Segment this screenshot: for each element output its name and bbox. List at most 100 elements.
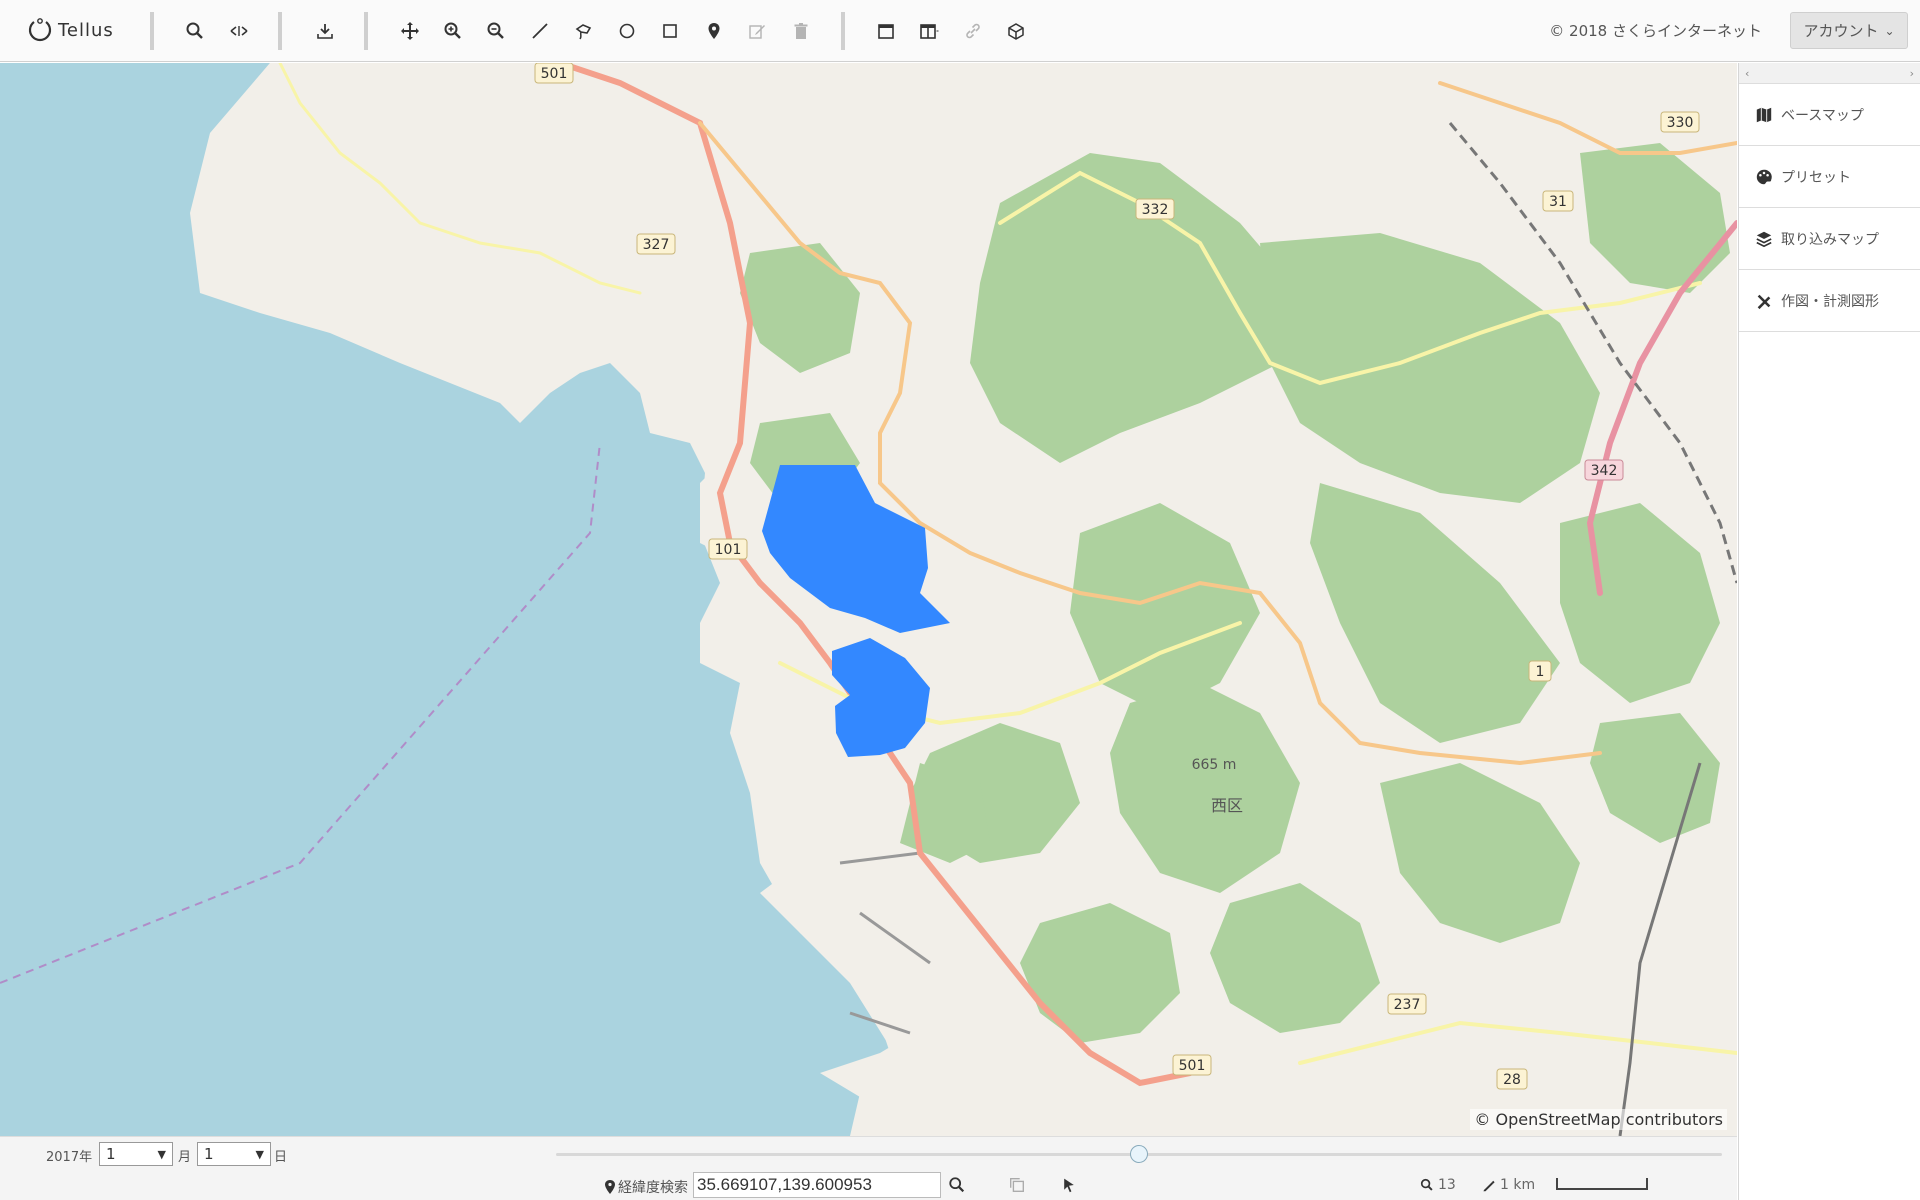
road-shield: 327 [636, 233, 676, 255]
map-icon [1756, 107, 1772, 122]
coord-search-button[interactable] [945, 1174, 969, 1196]
svg-text:342: 342 [1591, 463, 1618, 479]
toolbar-divider [364, 12, 368, 50]
line-draw-button[interactable] [523, 14, 557, 48]
copy-coord-button[interactable] [1005, 1174, 1029, 1196]
trash-button[interactable] [784, 14, 818, 48]
account-dropdown[interactable]: アカウント ⌄ [1790, 12, 1908, 49]
svg-text:501: 501 [541, 66, 568, 82]
edit-icon [749, 25, 765, 39]
lasso-button[interactable] [566, 14, 600, 48]
scale-bar [1556, 1178, 1648, 1190]
chevron-right-icon[interactable]: › [1910, 67, 1914, 80]
scale-value: 1 km [1500, 1177, 1536, 1193]
road-shield: 31 [1542, 190, 1574, 212]
circle-draw-icon [619, 23, 635, 39]
road-shield: 501 [534, 63, 574, 84]
svg-text:28: 28 [1503, 1072, 1521, 1088]
3d-box-icon [1008, 23, 1024, 40]
layers-icon [1756, 231, 1772, 247]
search-icon [949, 1177, 965, 1193]
sidepanel-item-drawing-tools[interactable]: 作図・計測図形 [1739, 270, 1920, 332]
sidepanel-item-label: 取り込みマップ [1781, 231, 1879, 248]
app-logo: Tellus [26, 10, 114, 50]
logo-text: Tellus [58, 19, 114, 41]
logo-icon [28, 18, 52, 42]
pointer-mode-button[interactable] [1057, 1174, 1081, 1196]
rectangle-draw-button[interactable] [653, 14, 687, 48]
map-canvas[interactable]: 501 327 332 330 31 342 101 1 237 28 501 … [0, 63, 1737, 1136]
pan-button[interactable] [393, 14, 427, 48]
coord-label-text: 経緯度検索 [618, 1180, 688, 1196]
boundary-line [0, 442, 601, 984]
account-label: アカウント [1803, 22, 1879, 40]
svg-text:1: 1 [1536, 664, 1545, 680]
pin-icon [605, 1180, 615, 1194]
zoom-out-icon [487, 22, 504, 39]
single-window-icon [878, 24, 894, 39]
road-shield: 342 [1584, 459, 1624, 481]
split-window-button[interactable] [912, 14, 946, 48]
edit-button[interactable] [740, 14, 774, 48]
svg-text:237: 237 [1394, 997, 1421, 1013]
coord-search-input[interactable] [693, 1172, 941, 1198]
zoom-in-button[interactable] [436, 14, 470, 48]
zoom-level-value: 13 [1438, 1177, 1456, 1193]
month-value: 1 [106, 1145, 116, 1163]
pan-icon [401, 22, 419, 40]
zoom-out-button[interactable] [479, 14, 513, 48]
toolbar-divider [150, 12, 154, 50]
pin-button[interactable] [697, 14, 731, 48]
date-bar: 2017年 1 ▼ 月 1 ▼ 日 [0, 1136, 1737, 1170]
panel-collapse-bar[interactable]: ‹ › [1739, 63, 1920, 84]
drawing-tools-icon [1757, 294, 1771, 309]
road-shield: 28 [1496, 1068, 1528, 1090]
lasso-icon [575, 24, 592, 40]
zoom-in-icon [444, 22, 461, 39]
chevron-left-icon[interactable]: ‹ [1745, 67, 1749, 80]
coord-search-label: 経緯度検索 [604, 1177, 688, 1197]
road-shield: 501 [1172, 1054, 1212, 1076]
road-shield: 101 [708, 538, 748, 560]
single-window-button[interactable] [869, 14, 903, 48]
sidepanel-item-imported-maps[interactable]: 取り込みマップ [1739, 208, 1920, 270]
peak-elevation-label: 665 m [1192, 757, 1237, 773]
road-shield: 1 [1528, 660, 1552, 682]
road-shield: 237 [1387, 993, 1427, 1015]
sidepanel-item-label: 作図・計測図形 [1781, 293, 1879, 310]
svg-text:101: 101 [715, 542, 742, 558]
ruler-pencil-icon [1483, 1180, 1495, 1192]
palette-icon [1756, 169, 1772, 184]
magnifier-icon [1420, 1178, 1433, 1191]
svg-text:332: 332 [1142, 202, 1169, 218]
day-unit-label: 日 [274, 1150, 288, 1165]
circle-draw-button[interactable] [610, 14, 644, 48]
svg-text:330: 330 [1667, 115, 1694, 131]
rectangle-draw-icon [663, 24, 677, 38]
time-slider-handle[interactable] [1130, 1145, 1148, 1163]
month-unit-label: 月 [178, 1150, 192, 1165]
map-tiles: 501 327 332 330 31 342 101 1 237 28 501 … [0, 63, 1737, 1136]
line-draw-icon [532, 23, 548, 39]
download-icon [317, 24, 333, 39]
3d-view-button[interactable] [999, 14, 1033, 48]
road-shield: 330 [1660, 111, 1700, 133]
sidepanel-item-basemap[interactable]: ベースマップ [1739, 84, 1920, 146]
split-window-icon [920, 24, 939, 39]
month-select[interactable]: 1 ▼ [99, 1142, 173, 1166]
map-attribution[interactable]: © OpenStreetMap contributors [1470, 1109, 1727, 1130]
toolbar-divider [278, 12, 282, 50]
link-icon [966, 23, 980, 39]
day-select[interactable]: 1 ▼ [197, 1142, 271, 1166]
search-button[interactable] [178, 14, 212, 48]
compare-icon [230, 26, 248, 36]
svg-text:31: 31 [1549, 194, 1567, 210]
pointer-arrow-icon [1064, 1178, 1074, 1193]
status-bar: 経緯度検索 13 1 km [0, 1170, 1737, 1200]
link-button[interactable] [956, 14, 990, 48]
download-button[interactable] [308, 14, 342, 48]
side-panel: ‹ › ベースマップ プリセット 取り込みマップ 作図・計測図形 [1738, 63, 1920, 1200]
sidepanel-item-label: プリセット [1781, 169, 1851, 186]
sidepanel-item-preset[interactable]: プリセット [1739, 146, 1920, 208]
compare-button[interactable] [222, 14, 256, 48]
